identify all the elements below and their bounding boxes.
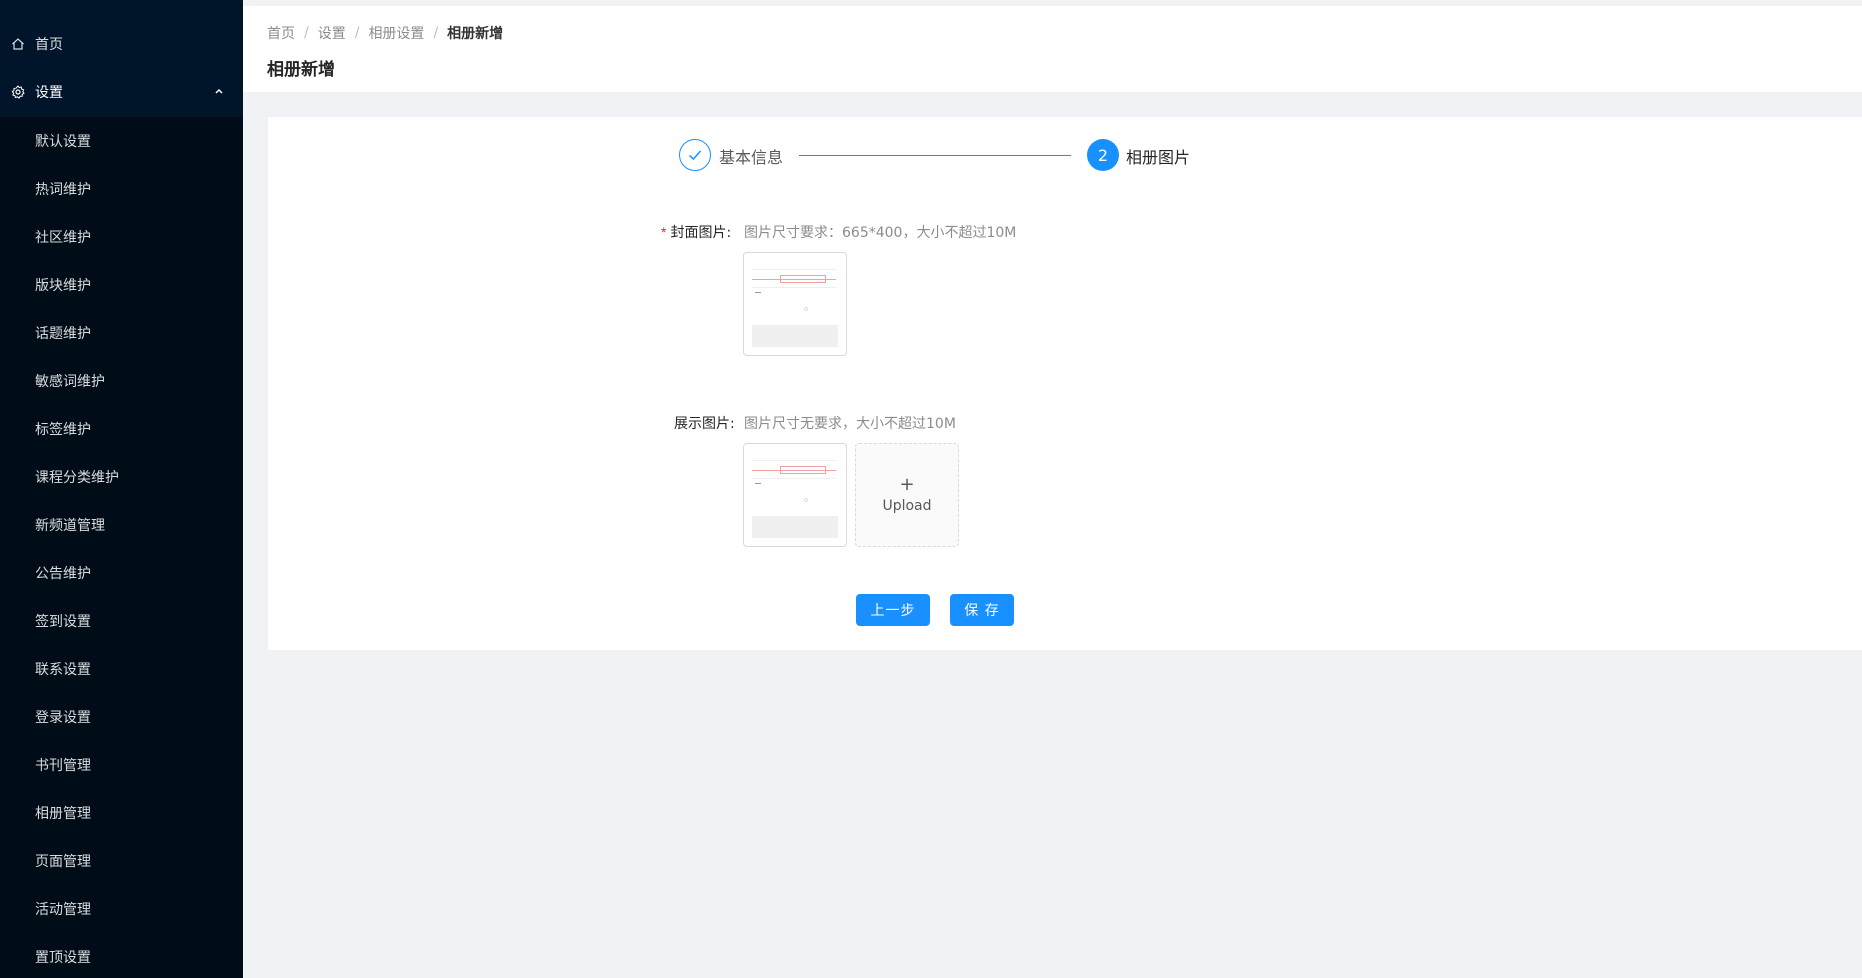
sidebar-item-home[interactable]: 首页	[0, 20, 243, 68]
sidebar-subitem-label: 课程分类维护	[35, 470, 119, 486]
page-header: 首页 / 设置 / 相册设置 / 相册新增 相册新增	[243, 0, 1862, 92]
plus-icon: +	[899, 474, 915, 495]
sidebar-subitem-label: 敏感词维护	[35, 374, 105, 390]
sidebar-subitem-label: 置顶设置	[35, 950, 91, 966]
sidebar-subitem-label: 版块维护	[35, 278, 91, 294]
breadcrumb-separator: /	[433, 25, 439, 41]
sidebar-subitem-label: 默认设置	[35, 134, 91, 150]
sidebar-item-label: 首页	[35, 37, 63, 53]
thumbnail-preview	[752, 452, 838, 538]
sidebar-subitem[interactable]: 公告维护	[0, 549, 243, 597]
sidebar-subitem[interactable]: 书刊管理	[0, 741, 243, 789]
home-icon	[10, 36, 26, 52]
sidebar-subitem[interactable]: 热词维护	[0, 165, 243, 213]
cover-image-hint: 图片尺寸要求：665*400，大小不超过10M	[744, 225, 1017, 241]
sidebar-subitem[interactable]: 课程分类维护	[0, 453, 243, 501]
upload-button[interactable]: + Upload	[855, 443, 959, 547]
sidebar: 首页 设置 默认设置 热词维护 社区维护 版块维护 话题维护 敏感词维护 标签维…	[0, 0, 243, 978]
sidebar-subitem-label: 热词维护	[35, 182, 91, 198]
sidebar-subitem-label: 社区维护	[35, 230, 91, 246]
upload-label: Upload	[882, 498, 932, 514]
prev-step-button[interactable]: 上一步	[856, 594, 930, 626]
breadcrumb-link[interactable]: 首页	[267, 23, 295, 43]
sidebar-subitem[interactable]: 签到设置	[0, 597, 243, 645]
sidebar-subitem[interactable]: 新频道管理	[0, 501, 243, 549]
sidebar-subitem[interactable]: 默认设置	[0, 117, 243, 165]
sidebar-subitem[interactable]: 置顶设置	[0, 933, 243, 978]
sidebar-subitem[interactable]: 活动管理	[0, 885, 243, 933]
chevron-up-icon	[213, 85, 225, 97]
sidebar-subitem-label: 签到设置	[35, 614, 91, 630]
display-image-thumbnail[interactable]	[743, 443, 847, 547]
sidebar-subitem[interactable]: 登录设置	[0, 693, 243, 741]
step-connector	[799, 155, 1071, 156]
breadcrumb-link[interactable]: 相册设置	[368, 23, 424, 43]
sidebar-item-label: 设置	[35, 85, 63, 101]
sidebar-subitem-label: 页面管理	[35, 854, 91, 870]
form-card: 基本信息 2 相册图片 * 封面图片: 图片尺寸要求：665*400，大小不超过1…	[268, 117, 1862, 650]
sidebar-subitem[interactable]: 页面管理	[0, 837, 243, 885]
sidebar-subitem[interactable]: 社区维护	[0, 213, 243, 261]
cover-image-label: * 封面图片:	[661, 222, 731, 242]
sidebar-subitem-label: 活动管理	[35, 902, 91, 918]
sidebar-subitem[interactable]: 敏感词维护	[0, 357, 243, 405]
sidebar-subitem-label: 公告维护	[35, 566, 91, 582]
save-button[interactable]: 保 存	[950, 594, 1014, 626]
breadcrumb: 首页 / 设置 / 相册设置 / 相册新增	[267, 23, 503, 43]
step-number-icon: 2	[1087, 139, 1119, 171]
breadcrumb-separator: /	[304, 25, 309, 41]
breadcrumb-separator: /	[354, 25, 360, 41]
sidebar-subitem-label: 话题维护	[35, 326, 91, 342]
sidebar-subitem[interactable]: 相册管理	[0, 789, 243, 837]
step-finish-icon	[679, 139, 711, 171]
gear-icon	[10, 84, 26, 100]
display-image-hint: 图片尺寸无要求，大小不超过10M	[744, 416, 956, 432]
sidebar-subitem-label: 新频道管理	[35, 518, 105, 534]
cover-image-thumbnail[interactable]	[743, 252, 847, 356]
sidebar-subitem[interactable]: 标签维护	[0, 405, 243, 453]
sidebar-subitem-label: 相册管理	[35, 806, 91, 822]
required-mark: *	[661, 224, 667, 240]
breadcrumb-link[interactable]: 设置	[318, 23, 346, 43]
cover-image-label-text: 封面图片:	[670, 225, 732, 241]
sidebar-subitem[interactable]: 联系设置	[0, 645, 243, 693]
sidebar-subitem-label: 联系设置	[35, 662, 91, 678]
thumbnail-preview	[752, 261, 838, 347]
check-icon	[689, 150, 702, 161]
step-title-basic-info: 基本信息	[719, 148, 784, 167]
sidebar-subitem-label: 书刊管理	[35, 758, 91, 774]
page-title: 相册新增	[267, 60, 335, 80]
sidebar-subitem[interactable]: 版块维护	[0, 261, 243, 309]
step-title-album-images: 相册图片	[1126, 148, 1191, 167]
sidebar-subitem-label: 标签维护	[35, 422, 91, 438]
sidebar-subitem[interactable]: 话题维护	[0, 309, 243, 357]
sidebar-subitem-label: 登录设置	[35, 710, 91, 726]
sidebar-item-settings[interactable]: 设置	[0, 68, 243, 116]
breadcrumb-current: 相册新增	[447, 26, 504, 42]
display-image-label: 展示图片:	[674, 416, 735, 432]
